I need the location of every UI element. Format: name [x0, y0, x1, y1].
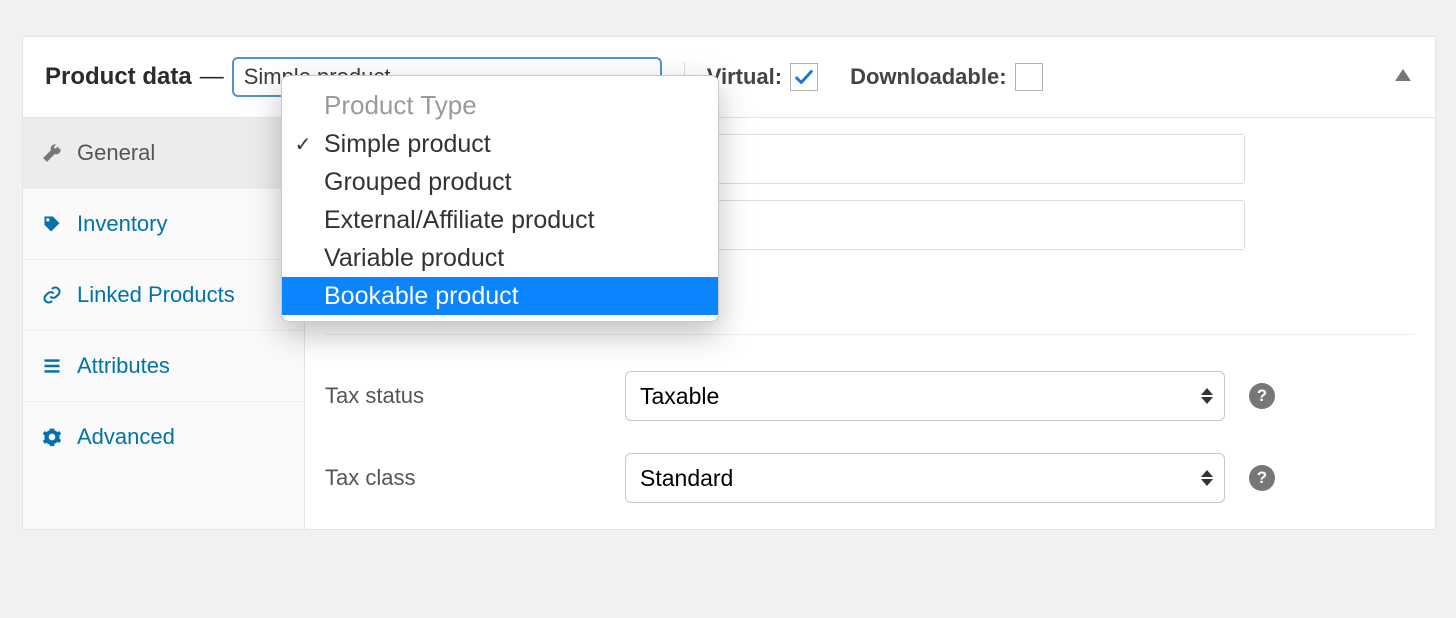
panel-header: Product data — Simple product Virtual: D… [23, 37, 1435, 117]
tab-advanced[interactable]: Advanced [23, 401, 304, 472]
tag-icon [41, 213, 63, 235]
dropdown-item-grouped[interactable]: Grouped product [282, 163, 718, 201]
tab-label: General [77, 140, 155, 166]
chain-icon [41, 284, 63, 306]
gear-icon [41, 426, 63, 448]
tab-linked-products[interactable]: Linked Products [23, 259, 304, 330]
tax-status-help-icon[interactable]: ? [1249, 383, 1275, 409]
panel-collapse-toggle[interactable] [1395, 68, 1411, 86]
tax-status-row: Tax status Taxable ? [325, 355, 1415, 437]
dropdown-item-label: Grouped product [324, 168, 512, 197]
downloadable-checkbox[interactable] [1015, 63, 1043, 91]
tax-class-label: Tax class [325, 465, 625, 491]
tabs-sidebar: General Inventory Linked Products [23, 118, 305, 529]
list-icon [41, 355, 63, 377]
tab-general[interactable]: General [23, 118, 304, 188]
virtual-checkbox[interactable] [790, 63, 818, 91]
dropdown-item-label: Bookable product [282, 282, 519, 311]
product-data-panel: Product data — Simple product Virtual: D… [22, 36, 1436, 530]
check-icon: ✓ [282, 132, 324, 157]
downloadable-label: Downloadable: [850, 64, 1006, 90]
tax-class-select[interactable]: Standard [625, 453, 1225, 503]
tab-label: Inventory [77, 211, 168, 237]
dropdown-group-header: Product Type [282, 76, 718, 125]
dropdown-item-bookable[interactable]: Bookable product [282, 277, 718, 315]
dropdown-item-external[interactable]: External/Affiliate product [282, 201, 718, 239]
dropdown-item-label: External/Affiliate product [324, 206, 595, 235]
dropdown-item-simple[interactable]: ✓ Simple product [282, 125, 718, 163]
dropdown-item-variable[interactable]: Variable product [282, 239, 718, 277]
tab-inventory[interactable]: Inventory [23, 188, 304, 259]
wrench-icon [41, 142, 63, 164]
check-icon [793, 66, 815, 88]
product-type-dropdown[interactable]: Product Type ✓ Simple product Grouped pr… [281, 75, 719, 322]
tab-label: Advanced [77, 424, 175, 450]
tax-class-help-icon[interactable]: ? [1249, 465, 1275, 491]
panel-body: General Inventory Linked Products [23, 117, 1435, 529]
section-divider [325, 334, 1415, 335]
triangle-up-icon [1395, 69, 1411, 81]
dropdown-item-label: Variable product [324, 244, 504, 273]
dropdown-item-label: Simple product [324, 130, 491, 159]
tab-attributes[interactable]: Attributes [23, 330, 304, 401]
tax-status-select[interactable]: Taxable [625, 371, 1225, 421]
dash-separator: — [200, 63, 224, 91]
tab-label: Linked Products [77, 282, 235, 308]
tax-class-row: Tax class Standard ? [325, 437, 1415, 519]
tax-status-label: Tax status [325, 383, 625, 409]
panel-title: Product data [45, 63, 192, 91]
tab-label: Attributes [77, 353, 170, 379]
